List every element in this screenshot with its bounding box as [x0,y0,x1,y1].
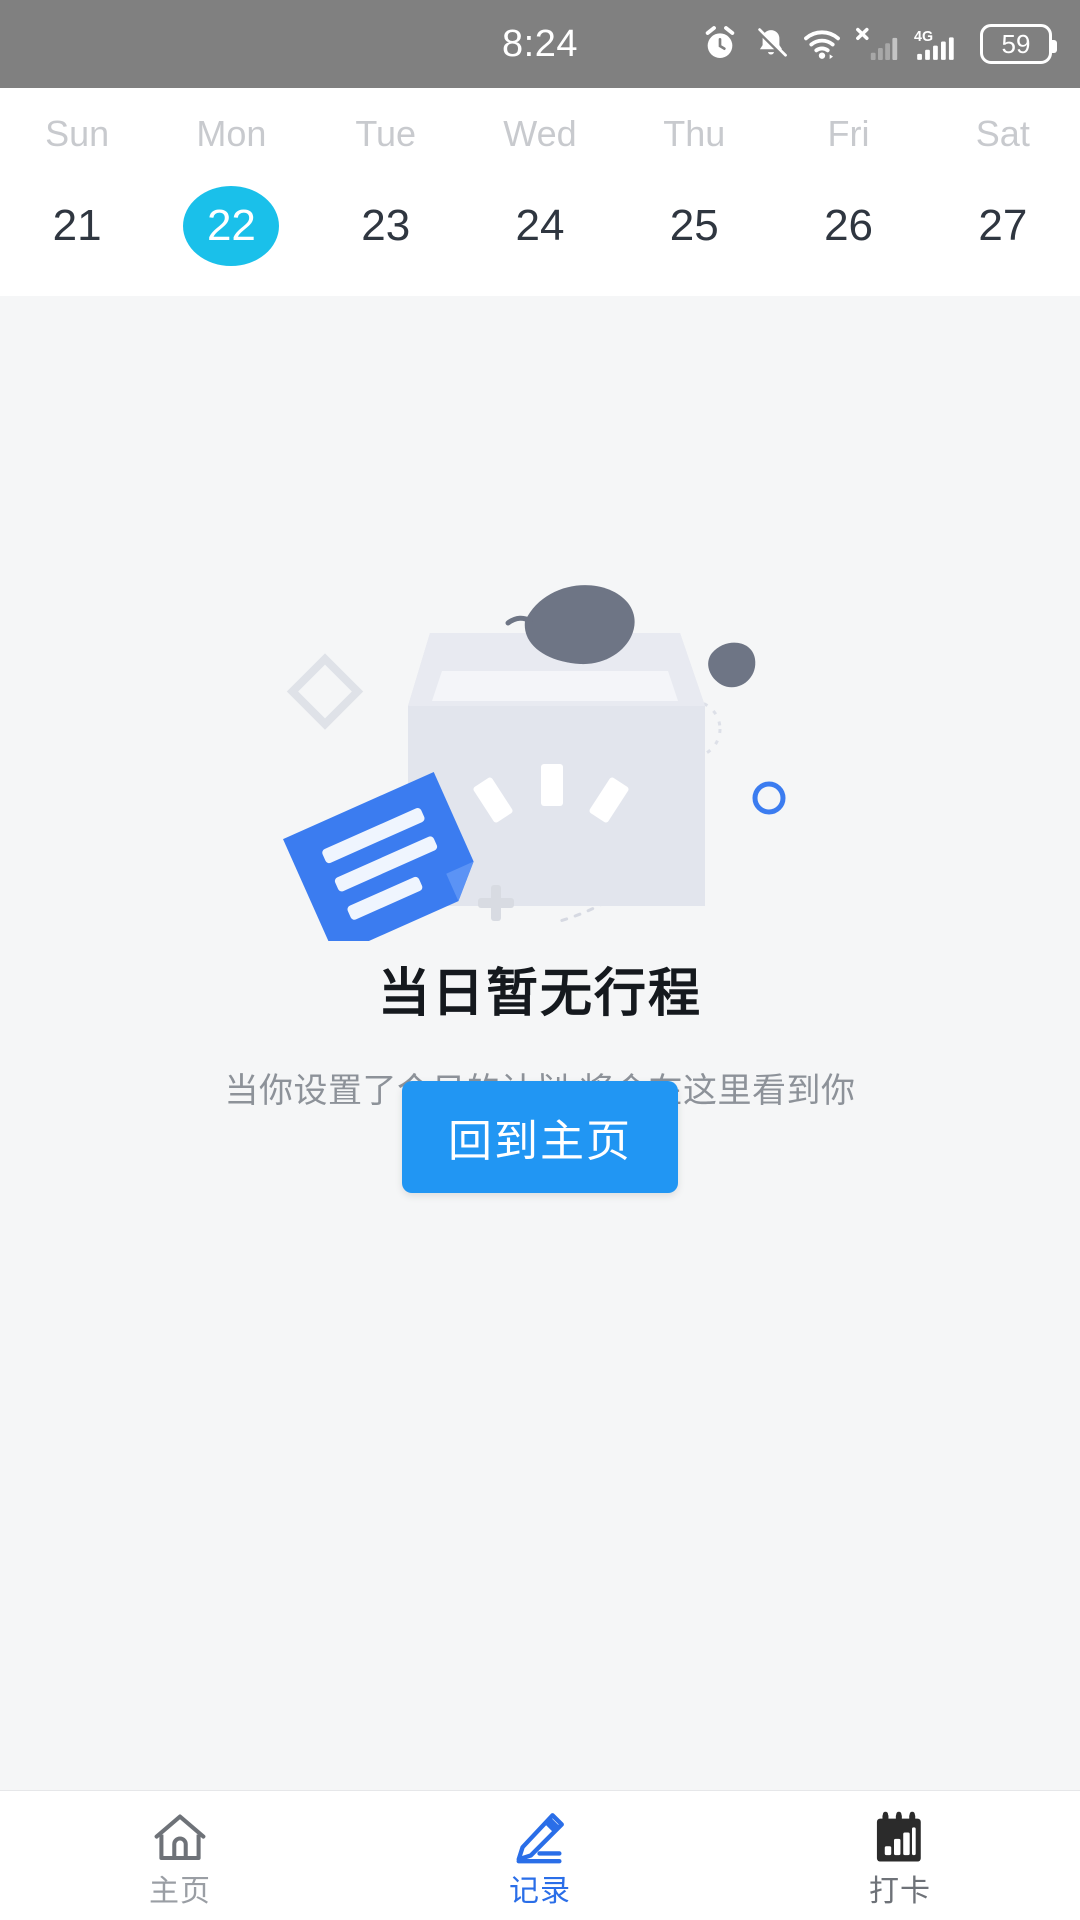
svg-text:4G: 4G [914,29,933,45]
day-number-wrap-tue[interactable]: 23 [338,186,434,266]
day-number-wrap-mon[interactable]: 22 [183,186,280,266]
nav-label-record: 记录 [509,1874,571,1908]
day-number-thu: 25 [669,201,719,250]
home-icon [149,1805,211,1867]
signal-no-service-icon [854,24,902,64]
day-number-wrap-sun[interactable]: 21 [29,186,125,266]
battery-level: 59 [1001,29,1031,59]
day-name-sat: Sat [975,113,1030,154]
main-content: 当日暂无行程 当你设置了今日的计划,将会在这里看到你的行程 回到主页 [0,296,1080,1790]
pencil-icon [508,1805,572,1867]
day-number-wrap-fri[interactable]: 26 [801,186,897,266]
day-number-tue: 23 [361,201,411,250]
week-day-names-row: Sun 21 Mon 22 Tue 23 Wed 24 Thu 25 Fri 2… [0,116,1080,266]
day-number-sun: 21 [52,201,102,250]
day-number-wrap-sat[interactable]: 27 [955,186,1051,266]
day-name-sun: Sun [45,113,110,154]
day-name-mon: Mon [196,113,267,154]
day-column-mon[interactable]: Mon 22 [154,116,308,266]
nav-label-home: 主页 [149,1874,211,1908]
nav-label-checkin: 打卡 [869,1874,931,1908]
day-number-wrap-wed[interactable]: 24 [492,186,588,266]
checkin-chart-icon [870,1805,930,1867]
battery-icon: 59 [980,24,1057,64]
day-name-wed: Wed [503,113,577,154]
day-number-wrap-thu[interactable]: 25 [646,186,742,266]
status-bar: 8:24 4G 59 [0,0,1080,88]
nav-item-checkin[interactable]: 打卡 [720,1805,1080,1907]
status-icon-group: 4G 59 [700,24,1057,64]
day-number-mon: 22 [206,201,256,250]
day-number-fri: 26 [824,201,874,250]
app-screen: 8:24 4G 59 Sun 21 Mon 22 Tue 23 Wed 24 T… [0,0,1080,1920]
back-to-home-button[interactable]: 回到主页 [402,1081,678,1193]
alarm-icon [700,24,740,64]
day-name-fri: Fri [827,113,870,154]
day-column-tue[interactable]: Tue 23 [309,116,463,266]
day-name-tue: Tue [355,113,417,154]
day-column-sat[interactable]: Sat 27 [926,116,1080,266]
empty-state-title: 当日暂无行程 [377,965,702,1023]
day-column-sun[interactable]: Sun 21 [0,116,154,266]
day-name-thu: Thu [663,113,726,154]
wifi-icon [802,24,842,64]
day-number-wed: 24 [515,201,565,250]
day-number-sat: 27 [978,201,1028,250]
empty-schedule-illustration [260,561,820,941]
signal-4g-icon: 4G [914,24,968,64]
bottom-navigation-bar: 主页 记录 打卡 [0,1790,1080,1920]
nav-item-home[interactable]: 主页 [0,1805,360,1907]
day-column-fri[interactable]: Fri 26 [771,116,925,266]
day-column-wed[interactable]: Wed 24 [463,116,617,266]
bell-muted-icon [752,25,790,63]
nav-item-record[interactable]: 记录 [360,1805,720,1907]
day-column-thu[interactable]: Thu 25 [617,116,771,266]
week-calendar: Sun 21 Mon 22 Tue 23 Wed 24 Thu 25 Fri 2… [0,88,1080,335]
